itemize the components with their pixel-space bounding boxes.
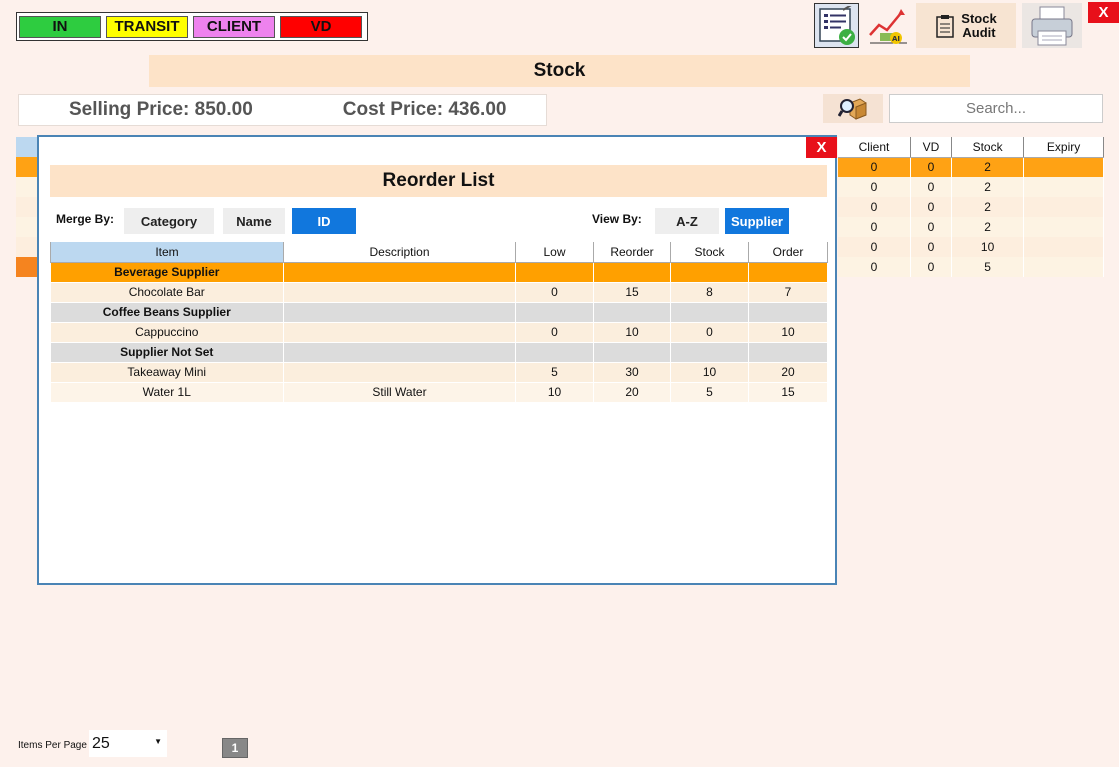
background-row-edge [16, 157, 38, 177]
background-row-edge [16, 217, 38, 237]
ai-chart-icon: AI [868, 8, 907, 44]
col-header-reorder[interactable]: Reorder [593, 242, 671, 263]
supplier-group-row[interactable]: Beverage Supplier [50, 262, 828, 283]
merge-name-button[interactable]: Name [223, 208, 285, 234]
close-dialog-button[interactable]: X [806, 137, 837, 158]
price-summary: Selling Price: 850.00 Cost Price: 436.00 [18, 94, 547, 126]
items-per-page-value: 25 [92, 734, 110, 752]
supplier-group-row[interactable]: Supplier Not Set [50, 342, 828, 363]
background-row-edge [16, 237, 38, 257]
page-title: Stock [149, 55, 970, 87]
table-row[interactable]: 002 [838, 157, 1104, 177]
col-header-description[interactable]: Description [283, 242, 516, 263]
legend-vd: VD [280, 15, 362, 38]
stock-audit-label-1: Stock [961, 10, 997, 26]
box-search-icon [838, 97, 867, 120]
view-az-button[interactable]: A-Z [655, 208, 719, 234]
reorder-table: Item Description Low Reorder Stock Order… [50, 242, 828, 403]
col-header-item[interactable]: Item [50, 242, 284, 263]
table-row[interactable]: 0 0 10 [838, 237, 1104, 257]
print-button[interactable] [1022, 3, 1082, 48]
items-per-page-label: Items Per Page [18, 740, 87, 751]
cost-price: Cost Price: 436.00 [342, 99, 507, 120]
printer-icon [1031, 6, 1073, 45]
merge-by-label: Merge By: [56, 212, 115, 226]
clipboard-icon [936, 14, 955, 38]
selling-price: Selling Price: 850.00 [69, 99, 253, 120]
table-row[interactable]: 002 [838, 217, 1104, 237]
col-header-vd[interactable]: VD [910, 137, 953, 158]
view-supplier-button[interactable]: Supplier [725, 208, 789, 234]
dialog-title: Reorder List [50, 165, 827, 197]
table-row[interactable]: 002 [838, 177, 1104, 197]
supplier-group-row[interactable]: Coffee Beans Supplier [50, 302, 828, 323]
legend-transit: TRANSIT [106, 15, 188, 38]
col-header-low[interactable]: Low [515, 242, 594, 263]
stock-audit-label-2: Audit [962, 24, 996, 40]
legend-client: CLIENT [193, 15, 275, 38]
items-per-page-select[interactable]: 25 ▼ [89, 730, 167, 757]
group-name: Coffee Beans Supplier [50, 302, 284, 323]
background-row-edge [16, 257, 38, 277]
merge-category-button[interactable]: Category [124, 208, 214, 234]
stock-table: Client VD Stock Expiry 002 002 002 002 0… [838, 137, 1104, 277]
product-search-button[interactable] [823, 94, 883, 123]
page-button[interactable]: 1 [222, 738, 248, 758]
checklist-icon [818, 5, 855, 45]
group-name: Beverage Supplier [50, 262, 284, 283]
table-row[interactable]: Chocolate Bar 0 15 8 7 [50, 282, 828, 303]
table-row[interactable]: Takeaway Mini 5 30 10 20 [50, 362, 828, 383]
search-input[interactable] [889, 94, 1103, 123]
ai-forecast-button[interactable]: AI [865, 3, 910, 48]
group-name: Supplier Not Set [50, 342, 284, 363]
col-header-stock[interactable]: Stock [951, 137, 1025, 158]
col-header-stock[interactable]: Stock [670, 242, 749, 263]
merge-id-button[interactable]: ID [292, 208, 356, 234]
status-legend: IN TRANSIT CLIENT VD [16, 12, 368, 41]
background-row-edge [16, 137, 38, 157]
table-row[interactable]: 005 [838, 257, 1104, 277]
legend-in: IN [19, 15, 101, 38]
table-row[interactable]: 002 [838, 197, 1104, 217]
checklist-button[interactable] [814, 3, 859, 48]
table-row[interactable]: Cappuccino 0 10 0 10 [50, 322, 828, 343]
svg-text:AI: AI [891, 35, 899, 43]
background-row-edge [16, 177, 38, 197]
col-header-order[interactable]: Order [748, 242, 828, 263]
col-header-expiry[interactable]: Expiry [1023, 137, 1104, 158]
stock-audit-button[interactable]: Stock Audit [916, 3, 1016, 48]
chevron-down-icon: ▼ [154, 737, 162, 746]
col-header-client[interactable]: Client [838, 137, 911, 158]
reorder-list-dialog: X Reorder List Merge By: Category Name I… [37, 135, 837, 585]
view-by-label: View By: [592, 212, 642, 226]
close-window-button[interactable]: X [1088, 2, 1119, 23]
background-row-edge [16, 197, 38, 217]
table-row[interactable]: Water 1L Still Water 10 20 5 15 [50, 382, 828, 403]
